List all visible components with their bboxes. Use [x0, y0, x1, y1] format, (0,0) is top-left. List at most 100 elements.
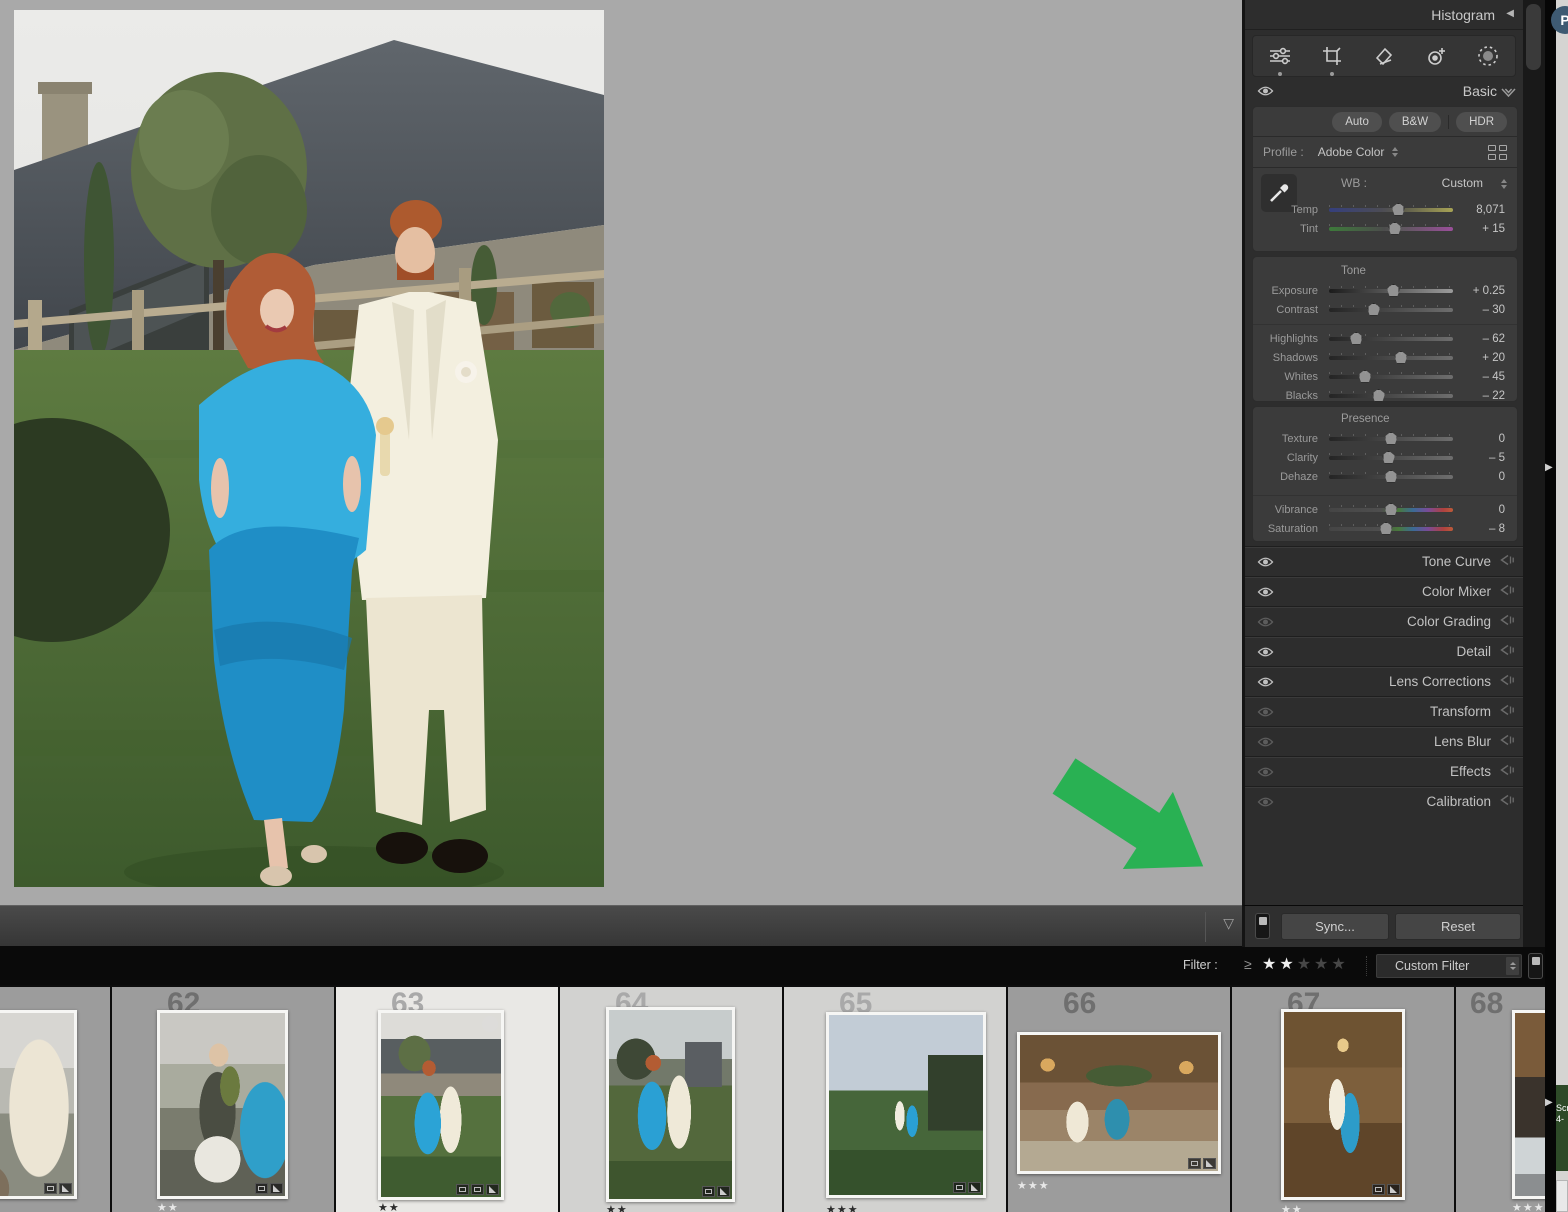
profile-browser-icon[interactable] — [1488, 145, 1507, 160]
temp-slider-thumb[interactable] — [1392, 203, 1405, 216]
thumbnail-frame[interactable] — [606, 1007, 735, 1202]
filter-preset-dropdown[interactable]: Custom Filter — [1376, 954, 1522, 978]
blacks-slider[interactable] — [1329, 394, 1453, 398]
contrast-slider-thumb[interactable] — [1367, 303, 1380, 316]
thumbnail-frame[interactable] — [1281, 1009, 1405, 1200]
stars-empty[interactable]: ★★★ — [1297, 956, 1349, 973]
auto-button[interactable]: Auto — [1332, 112, 1382, 132]
dehaze-slider-thumb[interactable] — [1385, 470, 1398, 483]
eye-icon[interactable] — [1257, 676, 1274, 688]
adjustment-badge-icon[interactable] — [968, 1182, 981, 1193]
crop-badge-icon[interactable] — [255, 1183, 268, 1194]
whites-slider[interactable] — [1329, 375, 1453, 379]
filmstrip-cell[interactable]: 66 ★★★ — [1008, 987, 1230, 1212]
photo-thumbnail[interactable] — [160, 1013, 285, 1196]
exposure-value[interactable]: + 0.25 — [1461, 285, 1517, 297]
eye-icon[interactable] — [1257, 616, 1274, 628]
saturation-slider[interactable] — [1329, 527, 1453, 531]
star-rating[interactable]: ★★★ — [1017, 1179, 1050, 1192]
photo-thumbnail[interactable] — [609, 1010, 732, 1199]
panel-calibration[interactable]: Calibration — [1245, 786, 1523, 816]
adjustment-badge-icon[interactable] — [59, 1183, 72, 1194]
filmstrip-cell-selected[interactable]: 63 ★★ — [336, 987, 558, 1212]
adjustment-badge-icon[interactable] — [1203, 1158, 1216, 1169]
filmstrip-cell-selected[interactable]: 65 ★★★ — [784, 987, 1006, 1212]
thumbnail-frame[interactable] — [157, 1010, 288, 1199]
highlights-slider[interactable] — [1329, 337, 1453, 341]
contrast-value[interactable]: – 30 — [1461, 304, 1517, 316]
rating-filter-stars[interactable]: ★★★★★ — [1262, 954, 1349, 974]
red-eye-tool[interactable] — [1424, 44, 1448, 68]
histogram-panel-header[interactable]: Histogram ◀ — [1245, 0, 1523, 30]
sync-button[interactable]: Sync... — [1281, 913, 1389, 940]
star-rating[interactable]: ★★ — [378, 1201, 400, 1212]
crop-badge-icon[interactable] — [702, 1186, 715, 1197]
edit-sliders-tool[interactable] — [1268, 44, 1292, 68]
filmstrip-cell[interactable]: 67 ★★ — [1232, 987, 1454, 1212]
photo-thumbnail[interactable] — [381, 1013, 501, 1197]
star-rating[interactable]: ★★★ — [826, 1203, 859, 1212]
dropdown-spinner-icon[interactable] — [1506, 957, 1519, 975]
panel-transform[interactable]: Transform — [1245, 696, 1523, 726]
eye-icon[interactable] — [1257, 556, 1274, 568]
bw-button[interactable]: B&W — [1389, 112, 1441, 132]
healing-tool[interactable] — [1372, 44, 1396, 68]
thumbnail-frame[interactable] — [378, 1010, 504, 1200]
eye-icon[interactable] — [1257, 706, 1274, 718]
panel-color-grading[interactable]: Color Grading — [1245, 606, 1523, 636]
exposure-slider[interactable] — [1329, 289, 1453, 293]
vibrance-slider[interactable] — [1329, 508, 1453, 512]
blacks-value[interactable]: – 22 — [1461, 390, 1517, 402]
highlights-slider-thumb[interactable] — [1350, 332, 1363, 345]
reset-button[interactable]: Reset — [1395, 913, 1521, 940]
panel-show-icon[interactable]: ▶ — [1545, 462, 1553, 473]
eye-icon[interactable] — [1257, 586, 1274, 598]
saturation-value[interactable]: – 8 — [1461, 523, 1517, 535]
panel-effects[interactable]: Effects — [1245, 756, 1523, 786]
panel-scrollbar[interactable] — [1523, 0, 1545, 947]
photo-thumbnail[interactable] — [0, 1013, 74, 1196]
crop-badge-icon[interactable] — [44, 1183, 57, 1194]
main-photo[interactable] — [14, 10, 604, 887]
filmstrip-cell[interactable] — [0, 987, 110, 1212]
texture-slider-thumb[interactable] — [1385, 432, 1398, 445]
scrollbar-thumb[interactable] — [1526, 4, 1541, 70]
panel-lens-blur[interactable]: Lens Blur — [1245, 726, 1523, 756]
adjustment-badge-icon[interactable] — [486, 1184, 499, 1195]
thumbnail-frame[interactable] — [0, 1010, 77, 1199]
shadows-slider[interactable] — [1329, 356, 1453, 360]
eye-icon[interactable] — [1257, 766, 1274, 778]
profile-spinner-icon[interactable] — [1392, 147, 1398, 157]
photo-thumbnail[interactable] — [1284, 1012, 1402, 1197]
star-rating[interactable]: ★★ — [157, 1201, 179, 1212]
whites-slider-thumb[interactable] — [1358, 370, 1371, 383]
vibrance-slider-thumb[interactable] — [1385, 503, 1398, 516]
tint-slider[interactable] — [1329, 227, 1453, 231]
highlights-value[interactable]: – 62 — [1461, 333, 1517, 345]
stars-filled[interactable]: ★★ — [1262, 956, 1297, 973]
rating-gte-icon[interactable]: ≥ — [1244, 956, 1252, 972]
stack-badge-icon[interactable] — [456, 1184, 469, 1195]
panel-detail[interactable]: Detail — [1245, 636, 1523, 666]
clarity-slider-thumb[interactable] — [1382, 451, 1395, 464]
crop-badge-icon[interactable] — [471, 1184, 484, 1195]
wb-spinner-icon[interactable] — [1501, 179, 1507, 189]
temp-slider[interactable] — [1329, 208, 1453, 212]
clarity-value[interactable]: – 5 — [1461, 452, 1517, 464]
adjustment-badge-icon[interactable] — [717, 1186, 730, 1197]
adjustment-badge-icon[interactable] — [270, 1183, 283, 1194]
filmstrip-next-icon[interactable]: ▶ — [1545, 1097, 1553, 1108]
crop-badge-icon[interactable] — [953, 1182, 966, 1193]
texture-value[interactable]: 0 — [1461, 433, 1517, 445]
dehaze-value[interactable]: 0 — [1461, 471, 1517, 483]
masking-tool[interactable] — [1476, 44, 1500, 68]
eye-icon[interactable] — [1257, 796, 1274, 808]
panel-tone-curve[interactable]: Tone Curve — [1245, 546, 1523, 576]
exposure-slider-thumb[interactable] — [1387, 284, 1400, 297]
blacks-slider-thumb[interactable] — [1372, 389, 1385, 402]
eye-icon[interactable] — [1257, 736, 1274, 748]
autosync-toggle-icon[interactable] — [1255, 913, 1270, 939]
toolbar-chevron-icon[interactable]: ▽ — [1223, 915, 1234, 932]
filmstrip-cell[interactable]: 62 ★★ — [112, 987, 334, 1212]
panel-color-mixer[interactable]: Color Mixer — [1245, 576, 1523, 606]
